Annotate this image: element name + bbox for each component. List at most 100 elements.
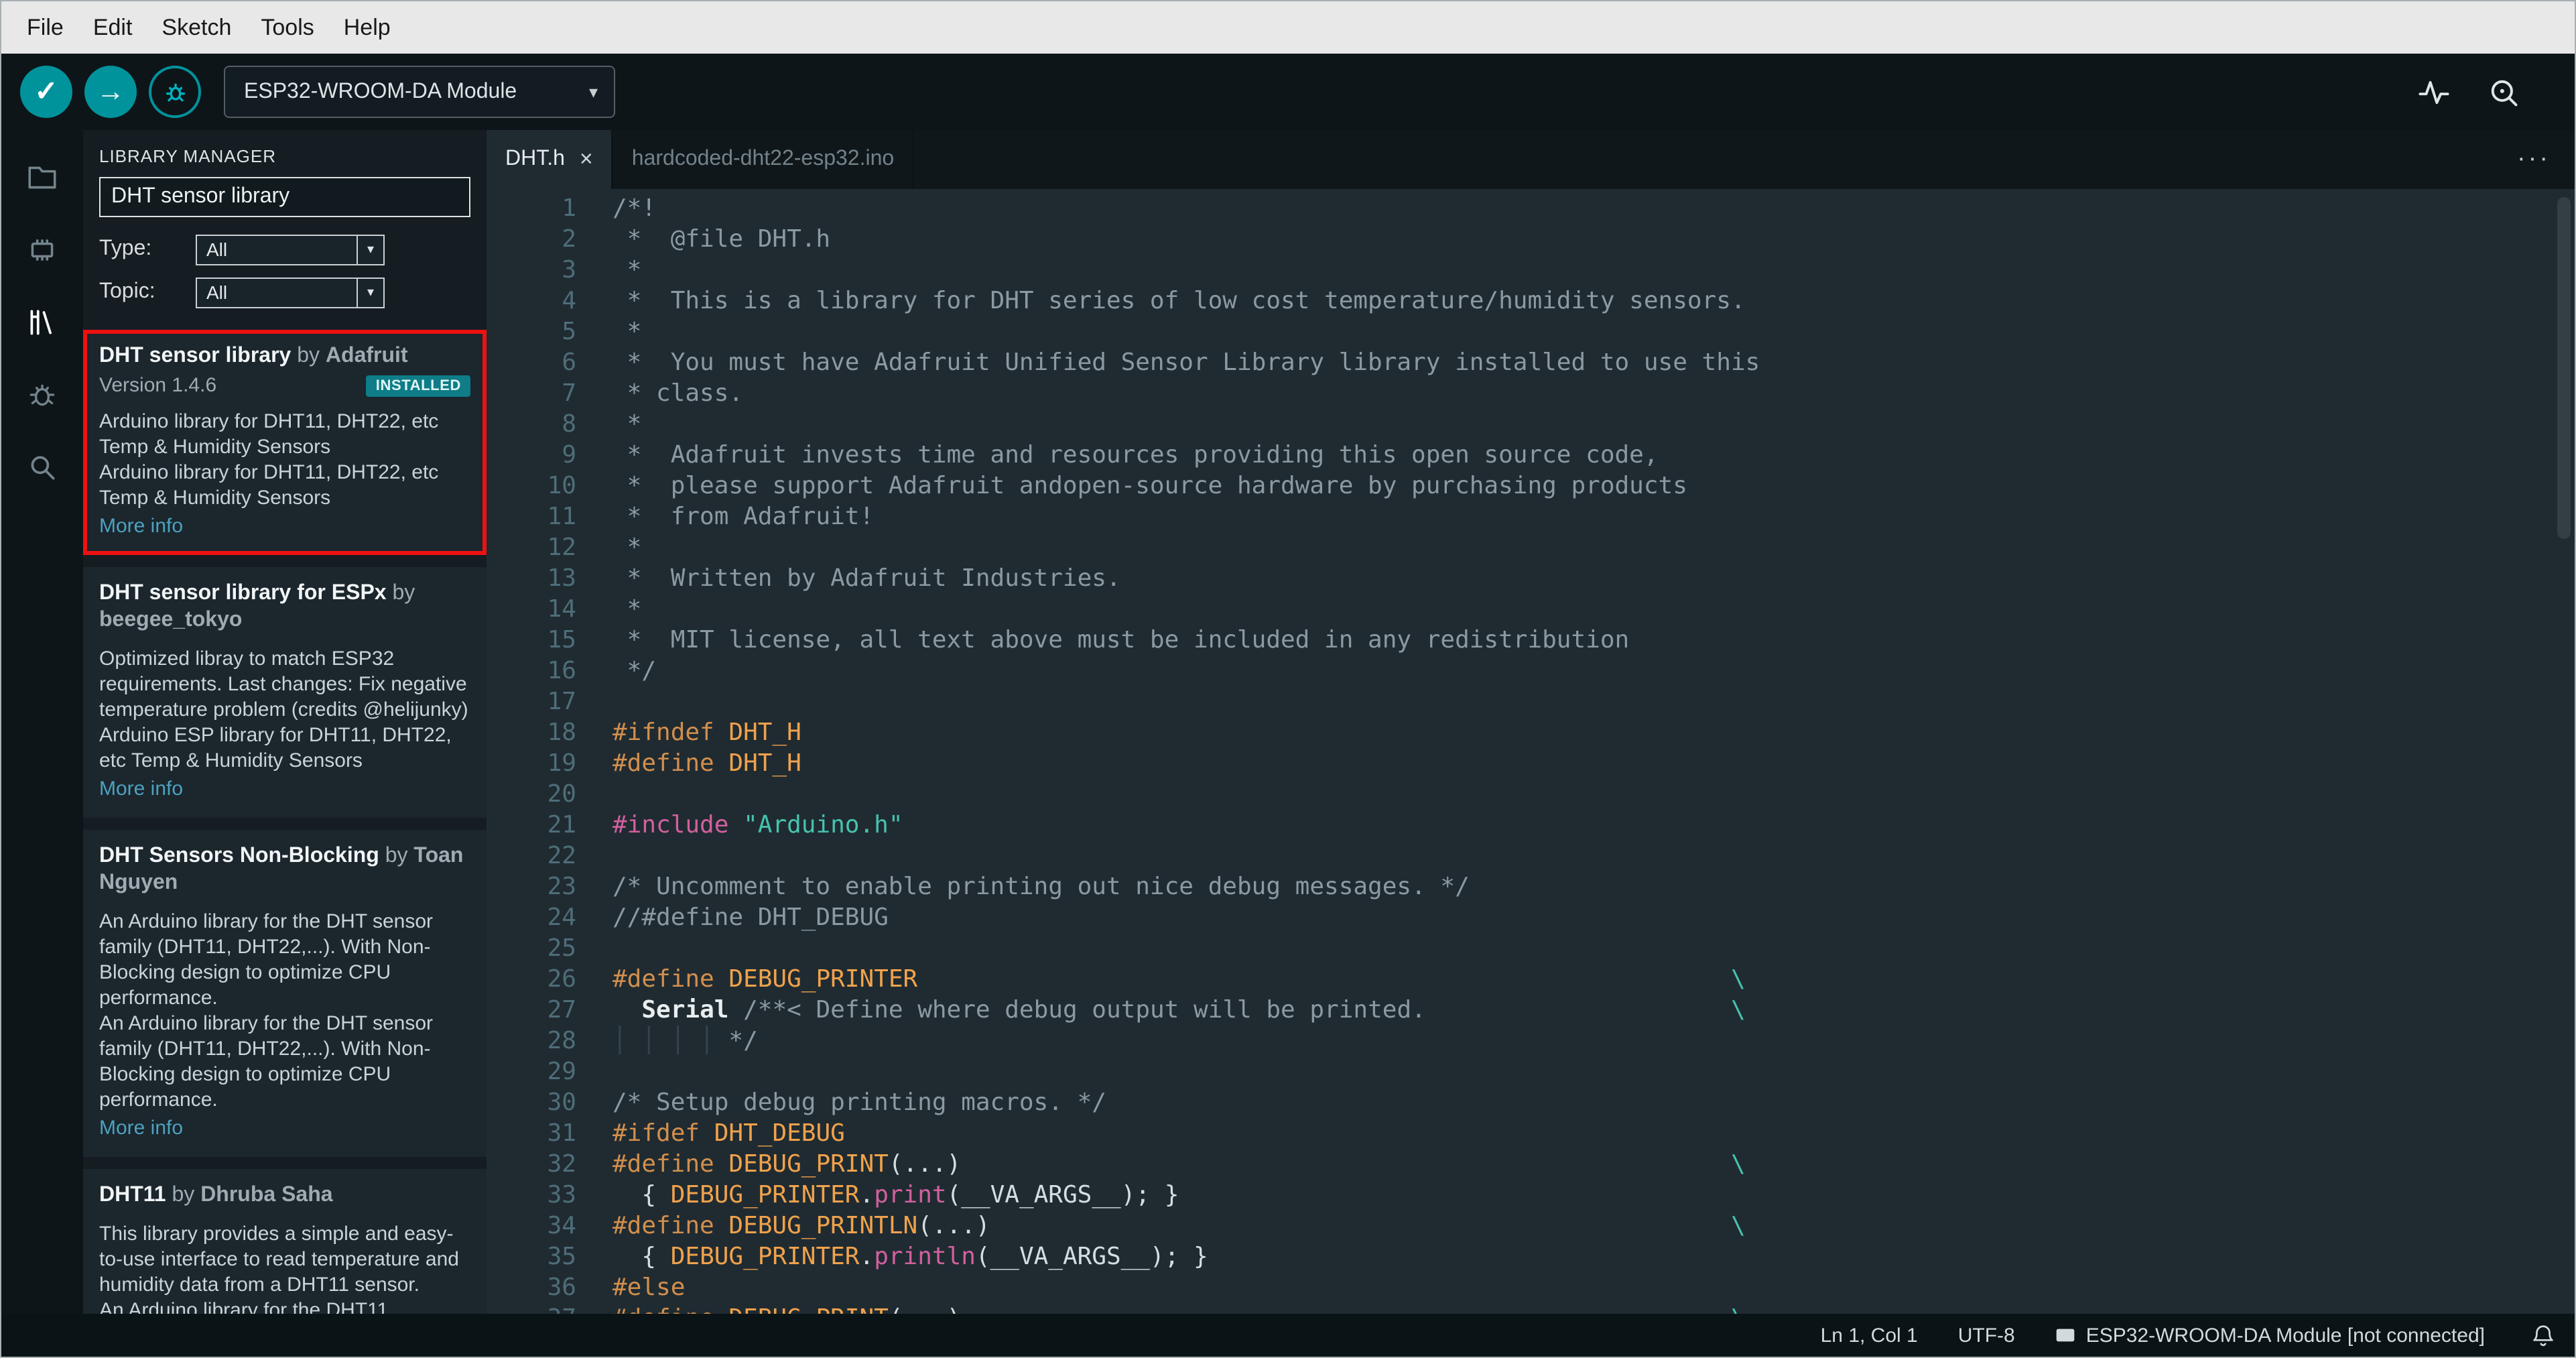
upload-button[interactable]: → (84, 66, 137, 118)
editor-tab[interactable]: DHT.h × (487, 130, 613, 189)
more-info-link[interactable]: More info (99, 1117, 183, 1139)
line-number: 32 (547, 1150, 576, 1178)
topic-filter-label: Topic: (99, 280, 155, 303)
encoding-indicator[interactable]: UTF-8 (1958, 1324, 2015, 1347)
code-line: 16 */ (487, 656, 2575, 686)
check-icon: ✓ (34, 76, 58, 107)
code-text: * from Adafruit! (613, 503, 875, 531)
line-number: 31 (547, 1119, 576, 1148)
menu-bar: File Edit Sketch Tools Help (1, 1, 2575, 54)
library-description: Optimized libray to match ESP32 requirem… (99, 646, 470, 774)
library-manager-panel: LIBRARY MANAGER Type: All ▾ Topic: All ▾ (83, 130, 487, 1314)
code-editor[interactable]: 1/*! 2 * @file DHT.h 3 * 4 * This is a libr… (487, 189, 2575, 1314)
tab-overflow-button[interactable]: ··· (2493, 130, 2575, 189)
code-line: 7 * class. (487, 378, 2575, 409)
menu-file[interactable]: File (12, 14, 78, 41)
toolbar: ✓ → ESP32-WROOM-DA Module ▾ (1, 54, 2575, 130)
editor-scrollbar[interactable] (2557, 197, 2571, 539)
line-number: 11 (547, 503, 576, 531)
code-text: #define DHT_H (613, 749, 801, 778)
right-arrow-icon: → (96, 76, 125, 107)
sidebar-item-search[interactable] (1, 430, 83, 503)
code-text: /*! (613, 194, 657, 223)
sidebar-item-boards-manager[interactable] (1, 213, 83, 286)
main-area: LIBRARY MANAGER Type: All ▾ Topic: All ▾ (1, 130, 2575, 1314)
code-line: 23 /* Uncomment to enable printing out ni… (487, 871, 2575, 902)
code-text: * please support Adafruit andopen-source… (613, 472, 1687, 500)
library-title-row: DHT sensor library for ESPx by beegee_to… (99, 580, 470, 634)
library-author: Adafruit (325, 345, 408, 367)
topic-filter-select[interactable]: All ▾ (196, 277, 385, 308)
code-text: #include "Arduino.h" (613, 811, 903, 839)
library-list-item[interactable]: DHT11 by Dhruba Saha This library provid… (83, 1169, 487, 1314)
board-status-label: ESP32-WROOM-DA Module [not connected] (2085, 1324, 2485, 1347)
code-text: #ifdef DHT_DEBUG (613, 1119, 845, 1148)
cursor-position[interactable]: Ln 1, Col 1 (1821, 1324, 1918, 1347)
code-text: #define DEBUG_PRINT(...) \ (613, 1303, 2575, 1314)
library-author: beegee_tokyo (99, 609, 243, 631)
menu-tools[interactable]: Tools (246, 14, 328, 41)
library-list: DHT sensor library by Adafruit Version 1… (83, 330, 487, 1314)
serial-monitor-icon[interactable] (2486, 74, 2521, 109)
board-selector-value: ESP32-WROOM-DA Module (244, 80, 517, 103)
library-description-paragraph: Arduino library for DHT11, DHT22, etc Te… (99, 410, 439, 458)
code-line: 11 * from Adafruit! (487, 501, 2575, 532)
board-selector[interactable]: ESP32-WROOM-DA Module ▾ (224, 66, 615, 118)
sidebar-item-sketchbook[interactable] (1, 141, 83, 213)
code-text: * (613, 410, 642, 438)
debug-button[interactable] (149, 66, 201, 118)
line-number: 9 (562, 441, 576, 469)
library-title-row: DHT sensor library by Adafruit (99, 343, 470, 370)
board-status[interactable]: ESP32-WROOM-DA Module [not connected] (2055, 1324, 2485, 1347)
library-search-input[interactable] (99, 177, 470, 217)
menu-help[interactable]: Help (329, 14, 405, 41)
line-number: 3 (562, 256, 576, 284)
sidebar-item-library-manager[interactable] (1, 286, 83, 358)
library-description: This library provides a simple and easy-… (99, 1221, 470, 1314)
code-text: * class. (613, 379, 744, 408)
line-number: 34 (547, 1212, 576, 1240)
line-number: 27 (547, 996, 576, 1024)
menu-sketch[interactable]: Sketch (147, 14, 246, 41)
library-by-label: by (291, 345, 326, 367)
more-info-link[interactable]: More info (99, 778, 183, 800)
library-list-item[interactable]: DHT sensor library by Adafruit Version 1… (83, 330, 487, 555)
code-text: * Written by Adafruit Industries. (613, 564, 1121, 593)
chip-icon (31, 239, 54, 260)
library-description-paragraph: An Arduino library for the DHT11 tempera… (99, 1299, 389, 1314)
type-filter-select[interactable]: All ▾ (196, 234, 385, 265)
library-list-item[interactable]: DHT Sensors Non-Blocking by Toan Nguyen … (83, 830, 487, 1157)
code-line: 10 * please support Adafruit andopen-sou… (487, 471, 2575, 501)
toolbar-right-actions (2417, 74, 2556, 109)
library-name: DHT Sensors Non-Blocking (99, 845, 379, 867)
menu-edit[interactable]: Edit (78, 14, 147, 41)
tab-label: hardcoded-dht22-esp32.ino (631, 147, 895, 170)
close-icon[interactable]: × (580, 146, 593, 173)
code-line: 3 * (487, 255, 2575, 286)
sidebar-item-debug[interactable] (1, 358, 83, 430)
library-list-item[interactable]: DHT sensor library for ESPx by beegee_to… (83, 567, 487, 818)
code-line: 8 * (487, 409, 2575, 440)
code-text: { DEBUG_PRINTER.print(__VA_ARGS__); } (613, 1181, 1179, 1209)
editor-tab[interactable]: hardcoded-dht22-esp32.ino (613, 130, 915, 189)
more-info-link[interactable]: More info (99, 515, 183, 538)
line-number: 37 (487, 1303, 613, 1314)
notifications-bell-icon[interactable] (2530, 1322, 2556, 1348)
debug-bug-icon (29, 383, 55, 406)
code-line: 13 * Written by Adafruit Industries. (487, 563, 2575, 594)
serial-plotter-icon[interactable] (2417, 74, 2451, 109)
line-number: 26 (547, 965, 576, 993)
library-description-paragraph: This library provides a simple and easy-… (99, 1223, 459, 1296)
code-line: 37#define DEBUG_PRINT(...) \ (487, 1303, 2575, 1314)
code-line: 20 (487, 779, 2575, 810)
code-line: 32 #define DEBUG_PRINT(...) \ (487, 1149, 2575, 1180)
code-text: #else (613, 1274, 686, 1302)
line-number: 28 (547, 1027, 576, 1055)
code-line: 9 * Adafruit invests time and resources … (487, 440, 2575, 471)
verify-button[interactable]: ✓ (20, 66, 72, 118)
type-filter-label: Type: (99, 237, 152, 260)
code-line: 26 #define DEBUG_PRINTER \ (487, 964, 2575, 995)
code-line: 25 (487, 933, 2575, 964)
